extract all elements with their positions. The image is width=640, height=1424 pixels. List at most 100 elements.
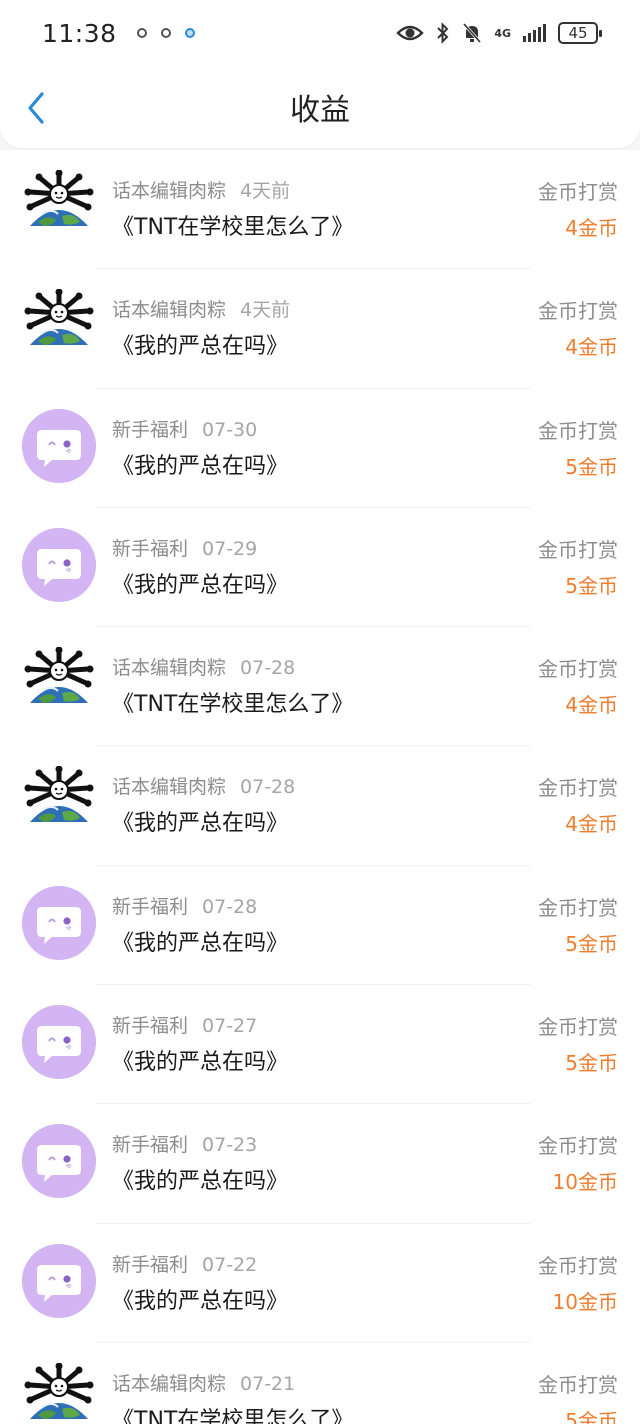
earning-type: 金币打赏 (538, 895, 618, 920)
page-title: 收益 (290, 93, 350, 128)
earning-amount: 4金币 (565, 693, 618, 718)
editor-avatar (24, 766, 94, 823)
earning-source: 新手福利 07-22 (112, 1250, 257, 1277)
editor-avatar (24, 289, 94, 346)
editor-avatar (24, 170, 94, 226)
earning-source: 话本编辑肉粽 4天前 (112, 176, 290, 203)
earnings-list: 话本编辑肉粽 4天前 《TNT在学校里怎么了》 金币打赏 4金币 话本编辑肉粽 4天… (0, 150, 640, 1424)
earnings-list-item[interactable]: 新手福利 07-23 《我的严总在吗》 金币打赏 10金币 (0, 1104, 640, 1224)
editor-avatar (24, 1362, 94, 1419)
notification-icons (136, 28, 195, 38)
earnings-list-item[interactable]: 新手福利 07-29 《我的严总在吗》 金币打赏 5金币 (0, 508, 640, 628)
earnings-list-item[interactable]: 话本编辑肉粽 4天前 《TNT在学校里怎么了》 金币打赏 4金币 (0, 150, 640, 270)
top-navigation-bar: 收益 (0, 66, 640, 148)
notification-icon (160, 28, 171, 38)
source-name: 新手福利 (112, 895, 189, 918)
earning-source: 话本编辑肉粽 4天前 (112, 295, 290, 322)
signal-icon (523, 24, 546, 42)
earning-type: 金币打赏 (538, 776, 618, 801)
network-type: 4G (494, 26, 511, 40)
earning-date: 07-23 (202, 1134, 258, 1157)
book-title: 《我的严总在吗》 (112, 1169, 289, 1195)
source-name: 新手福利 (112, 1015, 189, 1038)
earning-date: 07-30 (202, 418, 258, 441)
book-title: 《我的严总在吗》 (112, 1050, 289, 1076)
status-bar: 11:38 4G 45 (0, 0, 640, 66)
earnings-list-item[interactable]: 话本编辑肉粽 4天前 《我的严总在吗》 金币打赏 4金币 (0, 269, 640, 389)
source-name: 话本编辑肉粽 (112, 180, 227, 202)
earning-type: 金币打赏 (538, 1372, 618, 1397)
book-title: 《我的严总在吗》 (112, 572, 289, 598)
earning-amount: 4金币 (565, 216, 618, 240)
earning-source: 话本编辑肉粽 07-28 (112, 653, 295, 680)
book-title: 《我的严总在吗》 (112, 334, 289, 360)
earning-amount: 4金币 (565, 335, 618, 360)
earning-type: 金币打赏 (538, 418, 618, 443)
earning-type: 金币打赏 (538, 657, 618, 682)
source-name: 新手福利 (112, 537, 189, 560)
battery-icon: 45 (558, 22, 602, 44)
earning-type: 金币打赏 (538, 537, 618, 562)
book-title: 《TNT在学校里怎么了》 (112, 215, 354, 240)
source-name: 话本编辑肉粽 (112, 776, 227, 799)
earning-source: 话本编辑肉粽 07-28 (112, 772, 295, 799)
source-name: 新手福利 (112, 1134, 189, 1157)
earning-source: 新手福利 07-30 (112, 415, 257, 442)
earning-amount: 4金币 (565, 812, 618, 837)
earning-amount: 10金币 (552, 1170, 618, 1195)
earning-date: 07-28 (240, 657, 296, 680)
earnings-list-item[interactable]: 话本编辑肉粽 07-28 《我的严总在吗》 金币打赏 4金币 (0, 746, 640, 866)
earning-date: 07-28 (202, 895, 258, 918)
eye-icon (396, 25, 425, 41)
welfare-avatar (22, 1124, 96, 1199)
book-title: 《TNT在学校里怎么了》 (112, 692, 354, 718)
earnings-list-item[interactable]: 话本编辑肉粽 07-28 《TNT在学校里怎么了》 金币打赏 4金币 (0, 627, 640, 747)
system-icons: 4G 45 (396, 22, 602, 44)
mute-bell-icon (463, 23, 482, 43)
earning-amount: 5金币 (565, 573, 618, 598)
earnings-list-item[interactable]: 新手福利 07-28 《我的严总在吗》 金币打赏 5金币 (0, 866, 640, 986)
earning-type: 金币打赏 (538, 1015, 618, 1040)
source-name: 新手福利 (112, 418, 189, 441)
notification-icon (136, 28, 147, 38)
earning-amount: 5金币 (565, 931, 618, 956)
earning-date: 07-27 (202, 1015, 258, 1038)
source-name: 话本编辑肉粽 (112, 1372, 227, 1395)
welfare-avatar (22, 527, 96, 602)
earning-source: 新手福利 07-28 (112, 892, 257, 919)
earning-date: 07-28 (240, 776, 296, 799)
book-title: 《我的严总在吗》 (112, 811, 289, 837)
earning-date: 07-29 (202, 537, 258, 560)
book-title: 《TNT在学校里怎么了》 (112, 1407, 354, 1424)
book-title: 《我的严总在吗》 (112, 1288, 289, 1314)
source-name: 话本编辑肉粽 (112, 657, 227, 680)
source-name: 话本编辑肉粽 (112, 299, 227, 322)
battery-level: 45 (568, 24, 588, 42)
earning-date: 4天前 (240, 299, 291, 322)
earning-source: 新手福利 07-27 (112, 1011, 257, 1038)
earning-type: 金币打赏 (538, 299, 618, 324)
earning-type: 金币打赏 (538, 1253, 618, 1278)
earning-type: 金币打赏 (538, 1134, 618, 1159)
book-title: 《我的严总在吗》 (112, 930, 289, 956)
earning-amount: 5金币 (565, 1408, 618, 1424)
earning-amount: 5金币 (565, 454, 618, 479)
earnings-list-item[interactable]: 新手福利 07-22 《我的严总在吗》 金币打赏 10金币 (0, 1224, 640, 1343)
earning-type: 金币打赏 (538, 180, 618, 204)
notification-icon (184, 28, 195, 38)
earnings-list-item[interactable]: 新手福利 07-27 《我的严总在吗》 金币打赏 5金币 (0, 985, 640, 1105)
earning-amount: 5金币 (565, 1051, 618, 1076)
earning-source: 新手福利 07-29 (112, 534, 257, 561)
earning-amount: 10金币 (552, 1289, 618, 1314)
earnings-list-item[interactable]: 话本编辑肉粽 07-21 《TNT在学校里怎么了》 金币打赏 5金币 (0, 1343, 640, 1424)
welfare-avatar (22, 1243, 96, 1318)
welfare-avatar (22, 408, 96, 483)
earning-date: 07-21 (240, 1372, 296, 1395)
earning-date: 07-22 (202, 1253, 258, 1276)
back-arrow-icon[interactable] (24, 90, 48, 126)
welfare-avatar (22, 1005, 96, 1080)
earnings-list-item[interactable]: 新手福利 07-30 《我的严总在吗》 金币打赏 5金币 (0, 389, 640, 508)
book-title: 《我的严总在吗》 (112, 453, 289, 479)
earning-source: 话本编辑肉粽 07-21 (112, 1369, 295, 1396)
status-time: 11:38 (42, 18, 117, 48)
